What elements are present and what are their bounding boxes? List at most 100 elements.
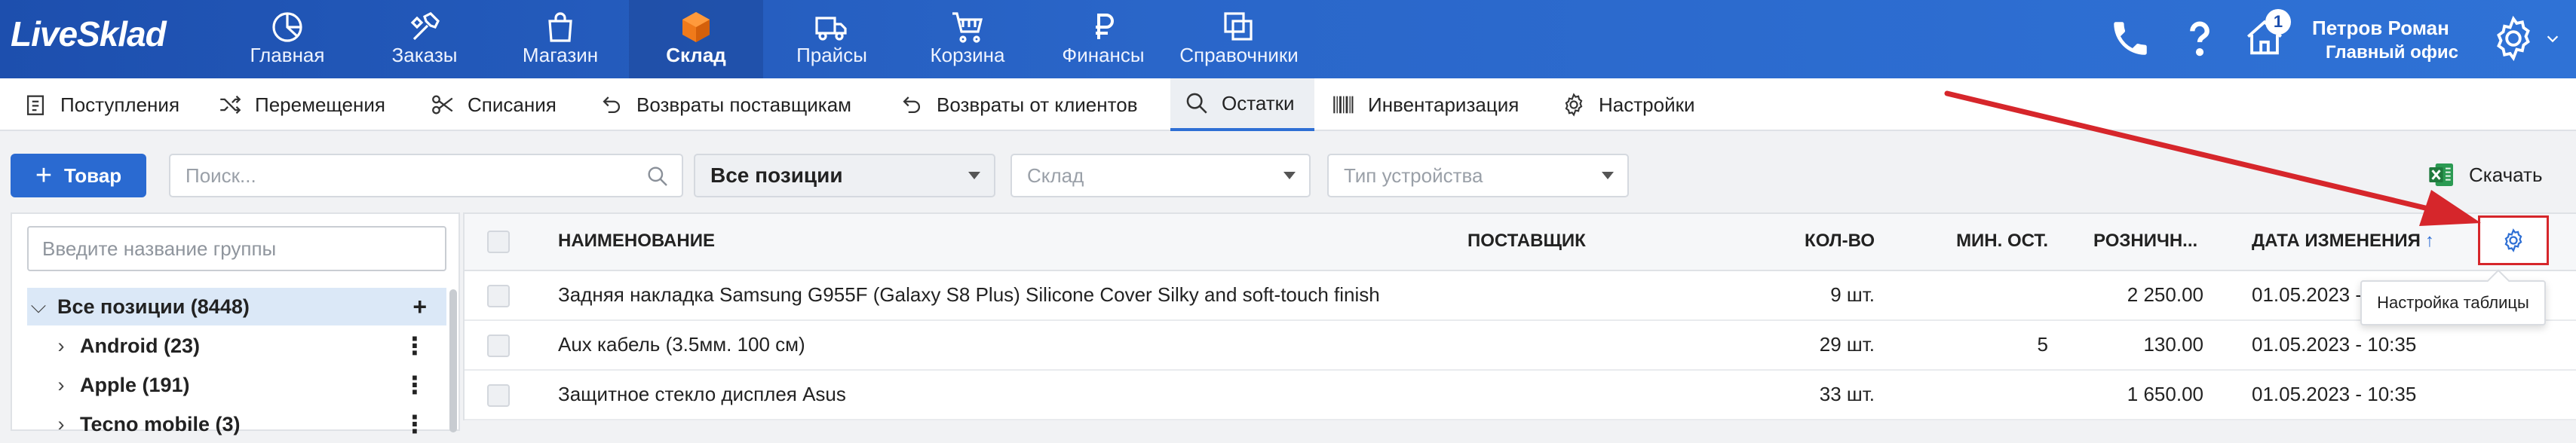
chevron-right-icon[interactable]: › (50, 374, 72, 397)
cell-retail: 130.00 (2143, 333, 2203, 356)
truck-icon (815, 17, 847, 41)
device-type-select[interactable]: Тип устройства (1327, 154, 1629, 197)
nav-shop[interactable]: Магазин (493, 0, 627, 78)
help-icon[interactable] (2178, 17, 2222, 60)
nav-references[interactable]: Справочники (1172, 0, 1306, 78)
tree-item-all[interactable]: ⌵ Все позиции (8448) + (27, 288, 446, 325)
chevron-down-icon[interactable] (2544, 30, 2561, 47)
caret-down-icon (1283, 172, 1296, 179)
tree-item-label: Apple (191) (80, 373, 190, 396)
nav-finance[interactable]: Финансы (1036, 0, 1170, 78)
tab-settings[interactable]: Настройки (1561, 78, 1695, 131)
nav-prices[interactable]: Прайсы (765, 0, 899, 78)
cell-qty: 33 шт. (1819, 383, 1875, 405)
plus-icon: + (35, 160, 53, 191)
cell-name: Задняя накладка Samsung G955F (Galaxy S8… (558, 283, 1380, 306)
warehouse-subnav: Поступления Перемещения Списания Возврат… (0, 78, 2576, 131)
user-settings-gear-icon[interactable] (2489, 14, 2538, 63)
row-checkbox[interactable] (487, 384, 510, 407)
column-supplier[interactable]: ПОСТАВЩИК (1467, 231, 1586, 252)
tree-item-apple[interactable]: › Apple (191) ⋮ (27, 366, 446, 404)
caret-down-icon (1602, 172, 1614, 179)
table-row[interactable]: Защитное стекло дисплея Asus 33 шт. 1 65… (465, 371, 2576, 420)
excel-icon (2429, 163, 2453, 186)
warehouse-select-placeholder: Склад (1027, 163, 1084, 187)
cell-retail: 2 250.00 (2127, 283, 2203, 306)
table-settings-tooltip: Настройка таблицы (2360, 280, 2546, 325)
table-row[interactable]: Aux кабель (3.5мм. 100 см) 29 шт. 5 130.… (465, 321, 2576, 371)
cart-icon (952, 12, 983, 43)
cell-min-stock: 5 (2037, 333, 2048, 356)
phone-icon[interactable] (2108, 17, 2152, 60)
tab-stock[interactable]: Остатки (1170, 78, 1314, 131)
tree-item-android[interactable]: › Android (23) ⋮ (27, 327, 446, 365)
return-icon (603, 96, 620, 114)
tab-transfers[interactable]: Перемещения (217, 78, 385, 131)
download-label: Скачать (2469, 163, 2543, 186)
search-icon[interactable] (646, 164, 670, 188)
nav-cart[interactable]: Корзина (900, 0, 1035, 78)
more-vertical-icon[interactable]: ⋮ (403, 371, 427, 399)
chevron-right-icon[interactable]: › (50, 335, 72, 358)
chevron-right-icon[interactable]: › (50, 413, 72, 436)
sort-arrow-icon: ↑ (2424, 231, 2434, 251)
nav-warehouse-label: Склад (666, 44, 726, 66)
user-name[interactable]: Петров Роман (2312, 17, 2449, 40)
box-icon (682, 12, 710, 42)
table-settings-button[interactable] (2478, 215, 2549, 265)
chart-pie-icon (272, 12, 302, 42)
nav-home-label: Главная (250, 44, 325, 66)
more-vertical-icon[interactable]: ⋮ (403, 410, 427, 438)
tree-item-label: Все позиции (8448) (57, 295, 250, 318)
tab-transfers-label: Перемещения (255, 93, 385, 116)
return-icon (903, 96, 920, 114)
download-button[interactable]: Скачать (2427, 160, 2543, 190)
tab-inventory-label: Инвентаризация (1368, 93, 1520, 116)
shuffle-icon (220, 95, 241, 115)
tab-client-returns[interactable]: Возвраты от клиентов (899, 78, 1138, 131)
tab-inventory[interactable]: Инвентаризация (1330, 78, 1519, 131)
gear-icon (2504, 228, 2522, 252)
tab-supplier-returns[interactable]: Возвраты поставщикам (599, 78, 851, 131)
chevron-down-icon[interactable]: ⌵ (27, 295, 50, 319)
cell-changed: 01.05.2023 - 10:35 (2252, 383, 2417, 405)
hammer-tools-icon (410, 12, 440, 41)
barcode-icon (1333, 96, 1354, 114)
positions-select-value: Все позиции (710, 163, 843, 187)
column-qty[interactable]: КОЛ-ВО (1746, 231, 1875, 252)
nav-warehouse[interactable]: Склад (629, 0, 763, 78)
nav-orders-label: Заказы (391, 44, 458, 66)
more-vertical-icon[interactable]: ⋮ (403, 331, 427, 360)
search-input[interactable]: Поиск... (169, 154, 683, 197)
positions-select[interactable]: Все позиции (694, 154, 995, 197)
column-min-stock[interactable]: МИН. ОСТ. (1920, 231, 2048, 252)
column-changed-date[interactable]: ДАТА ИЗМЕНЕНИЯ ↑ (2252, 231, 2434, 252)
tab-writeoffs[interactable]: Списания (430, 78, 557, 131)
groups-scrollbar[interactable] (449, 289, 457, 432)
column-name[interactable]: НАИМЕНОВАНИЕ (558, 231, 715, 252)
nav-home[interactable]: Главная (220, 0, 354, 78)
group-search-input[interactable]: Введите название группы (27, 226, 446, 271)
tree-item-tecno[interactable]: › Tecno mobile (3) ⋮ (27, 405, 446, 443)
group-search-placeholder: Введите название группы (42, 237, 277, 260)
copy-icon (1224, 12, 1253, 41)
app-logo[interactable]: LiveSklad (11, 14, 167, 54)
row-checkbox[interactable] (487, 335, 510, 357)
select-all-checkbox[interactable] (487, 231, 510, 253)
warehouse-select[interactable]: Склад (1010, 154, 1311, 197)
row-checkbox[interactable] (487, 285, 510, 307)
ruble-icon (1096, 14, 1114, 39)
column-retail[interactable]: РОЗНИЧН... (2093, 231, 2197, 252)
nav-cart-label: Корзина (930, 44, 1005, 66)
tab-receipts[interactable]: Поступления (23, 78, 195, 131)
add-group-icon[interactable]: + (412, 293, 427, 321)
user-office[interactable]: Главный офис (2326, 42, 2458, 63)
cell-name: Защитное стекло дисплея Asus (558, 383, 846, 405)
add-product-button[interactable]: + Товар (11, 154, 146, 197)
table-row[interactable]: Задняя накладка Samsung G955F (Galaxy S8… (465, 271, 2576, 321)
add-product-label: Товар (64, 163, 122, 187)
nav-orders[interactable]: Заказы (357, 0, 492, 78)
notification-badge: 1 (2265, 9, 2291, 35)
device-type-placeholder: Тип устройства (1344, 163, 1483, 187)
nav-prices-label: Прайсы (796, 44, 867, 66)
